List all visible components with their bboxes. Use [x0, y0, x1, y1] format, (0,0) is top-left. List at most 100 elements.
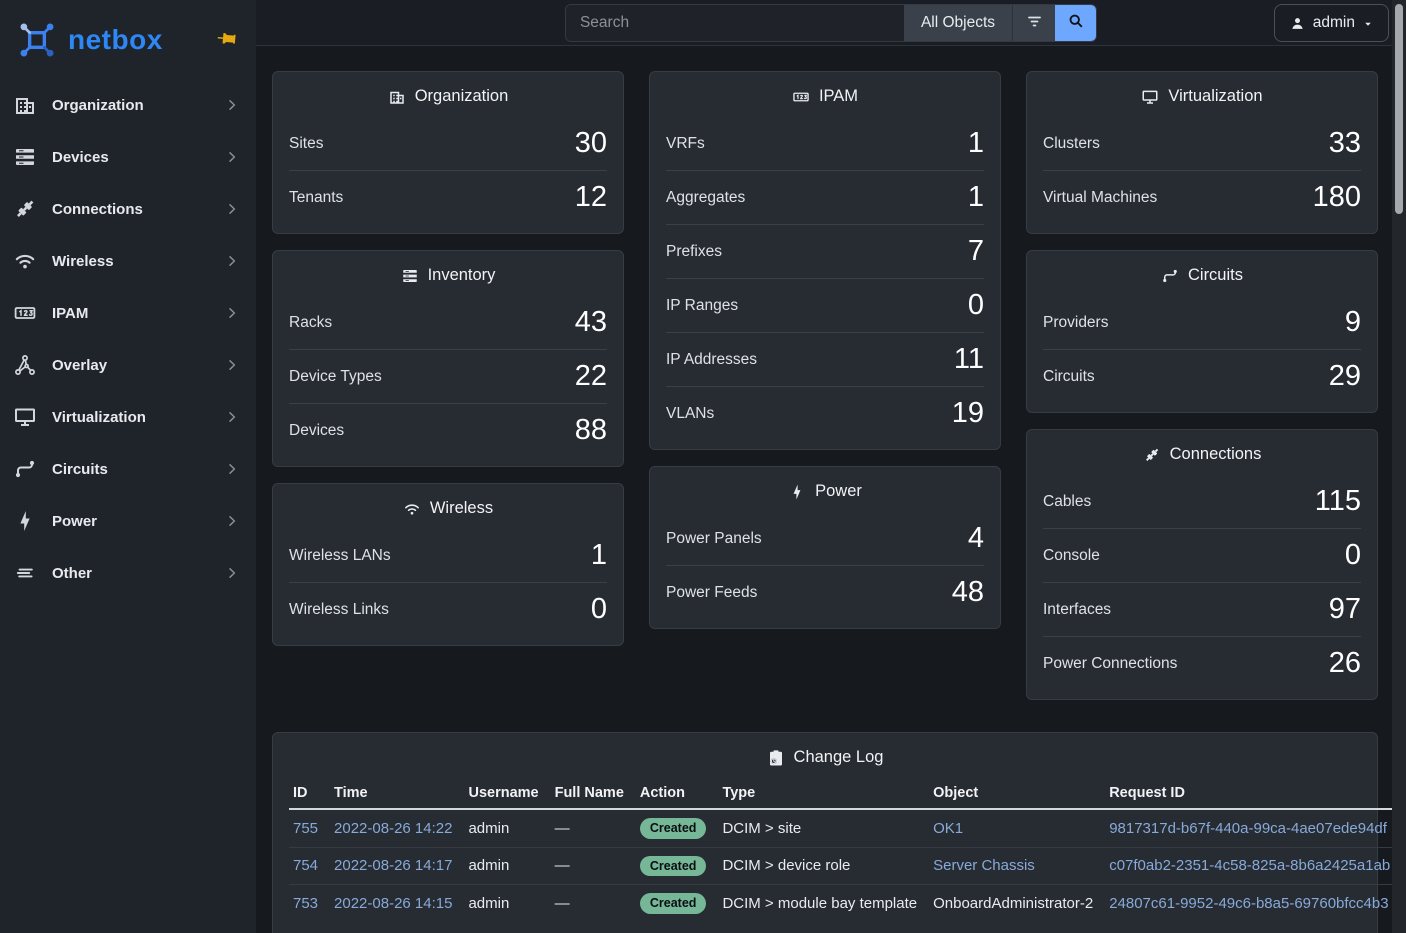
stat-row-racks[interactable]: Racks 43 [273, 296, 623, 349]
card-title-label: Circuits [1188, 266, 1243, 285]
building-icon [13, 93, 37, 117]
netbox-logo-icon[interactable] [16, 19, 58, 61]
column-right: Virtualization Clusters 33 Virtual Machi… [1026, 71, 1378, 700]
card-title-label: Connections [1170, 445, 1262, 464]
stat-row-ip-ranges[interactable]: IP Ranges 0 [650, 279, 1000, 332]
stat-value: 26 [1329, 647, 1361, 680]
id-link[interactable]: 754 [293, 857, 318, 874]
stat-row-ip-addresses[interactable]: IP Addresses 11 [650, 333, 1000, 386]
type-cell: DCIM > module bay template [722, 895, 917, 912]
stat-row-sites[interactable]: Sites 30 [273, 117, 623, 170]
stat-value: 88 [575, 414, 607, 447]
stat-row-vlans[interactable]: VLANs 19 [650, 387, 1000, 440]
sidebar-item-label: Power [52, 513, 224, 530]
column-header-type[interactable]: Type [714, 780, 925, 809]
column-header-request-id[interactable]: Request ID [1101, 780, 1398, 809]
graph-icon [13, 353, 37, 377]
id-link[interactable]: 753 [293, 895, 318, 912]
stat-row-circuits[interactable]: Circuits 29 [1027, 350, 1377, 403]
sidebar-item-organization[interactable]: Organization [0, 79, 256, 131]
sidebar-item-circuits[interactable]: Circuits [0, 443, 256, 495]
username-cell: admin [468, 895, 509, 912]
username-cell: admin [468, 857, 509, 874]
stat-row-power-feeds[interactable]: Power Feeds 48 [650, 566, 1000, 619]
stat-row-device-types[interactable]: Device Types 22 [273, 350, 623, 403]
sidebar-item-connections[interactable]: Connections [0, 183, 256, 235]
stat-value: 7 [968, 235, 984, 268]
column-header-full-name[interactable]: Full Name [547, 780, 632, 809]
stat-row-power-panels[interactable]: Power Panels 4 [650, 512, 1000, 565]
search-filter-button[interactable] [1012, 5, 1055, 41]
user-menu-button[interactable]: admin [1274, 4, 1389, 42]
sidebar-item-overlay[interactable]: Overlay [0, 339, 256, 391]
stat-value: 0 [968, 289, 984, 322]
caret-down-icon [1362, 18, 1374, 30]
search-submit-button[interactable] [1055, 5, 1096, 41]
rack-icon [13, 145, 37, 169]
scrollbar[interactable] [1392, 0, 1406, 933]
column-header-id[interactable]: ID [289, 780, 326, 809]
stat-value: 33 [1329, 127, 1361, 160]
wifi-icon [13, 249, 37, 273]
stat-row-wireless-links[interactable]: Wireless Links 0 [273, 583, 623, 636]
chevron-right-icon [224, 305, 240, 321]
stat-row-prefixes[interactable]: Prefixes 7 [650, 225, 1000, 278]
table-row-755: 7552022-08-26 14:22admin—CreatedDCIM > s… [289, 809, 1398, 847]
transit-icon [13, 457, 37, 481]
column-header-time[interactable]: Time [326, 780, 460, 809]
stat-row-providers[interactable]: Providers 9 [1027, 296, 1377, 349]
cable-icon [13, 197, 37, 221]
id-link[interactable]: 755 [293, 820, 318, 837]
chevron-right-icon [224, 149, 240, 165]
search-scope-button[interactable]: All Objects [904, 5, 1012, 41]
stat-row-vrfs[interactable]: VRFs 1 [650, 117, 1000, 170]
scrollbar-thumb[interactable] [1395, 4, 1403, 214]
action-badge: Created [640, 856, 707, 877]
clipboard-clock-icon [767, 749, 785, 767]
stat-label: Devices [289, 422, 344, 440]
column-header-object[interactable]: Object [925, 780, 1101, 809]
stat-row-wireless-lans[interactable]: Wireless LANs 1 [273, 529, 623, 582]
stat-row-cables[interactable]: Cables 115 [1027, 475, 1377, 528]
stat-row-clusters[interactable]: Clusters 33 [1027, 117, 1377, 170]
stat-label: Console [1043, 547, 1100, 565]
stat-row-interfaces[interactable]: Interfaces 97 [1027, 583, 1377, 636]
sidebar-item-other[interactable]: Other [0, 547, 256, 599]
pin-sidebar-button[interactable] [216, 28, 238, 48]
request-id-link[interactable]: 24807c61-9952-49c6-b8a5-69760bfcc4b3 [1109, 895, 1388, 912]
card-title-label: Wireless [430, 499, 493, 518]
column-header-action[interactable]: Action [632, 780, 715, 809]
stat-value: 4 [968, 522, 984, 555]
column-header-username[interactable]: Username [460, 780, 546, 809]
sidebar-item-virtualization[interactable]: Virtualization [0, 391, 256, 443]
object-link[interactable]: OK1 [933, 820, 963, 837]
transit-icon [1161, 267, 1179, 285]
stat-row-virtual-machines[interactable]: Virtual Machines 180 [1027, 171, 1377, 224]
stat-row-aggregates[interactable]: Aggregates 1 [650, 171, 1000, 224]
stat-label: VRFs [666, 135, 705, 153]
card-title-label: Virtualization [1168, 87, 1262, 106]
stat-value: 19 [952, 397, 984, 430]
request-id-link[interactable]: c07f0ab2-2351-4c58-825a-8b6a2425a1ab [1109, 857, 1390, 874]
sidebar-item-power[interactable]: Power [0, 495, 256, 547]
stat-card-power: Power Power Panels 4 Power Feeds 48 [649, 466, 1001, 629]
time-link[interactable]: 2022-08-26 14:17 [334, 857, 452, 874]
request-id-link[interactable]: 9817317d-b67f-440a-99ca-4ae07ede94df [1109, 820, 1387, 837]
stat-label: IP Ranges [666, 297, 738, 315]
sidebar-item-wireless[interactable]: Wireless [0, 235, 256, 287]
object-link[interactable]: Server Chassis [933, 857, 1035, 874]
sidebar-item-ipam[interactable]: IPAM [0, 287, 256, 339]
stat-row-tenants[interactable]: Tenants 12 [273, 171, 623, 224]
stat-label: Sites [289, 135, 323, 153]
stat-row-power-connections[interactable]: Power Connections 26 [1027, 637, 1377, 690]
stat-label: Clusters [1043, 135, 1100, 153]
stat-row-devices[interactable]: Devices 88 [273, 404, 623, 457]
stat-row-console[interactable]: Console 0 [1027, 529, 1377, 582]
stat-card-organization: Organization Sites 30 Tenants 12 [272, 71, 624, 234]
time-link[interactable]: 2022-08-26 14:22 [334, 820, 452, 837]
netbox-wordmark[interactable]: netbox [68, 24, 163, 56]
wifi-icon [403, 500, 421, 518]
search-input[interactable] [566, 5, 904, 41]
sidebar-item-devices[interactable]: Devices [0, 131, 256, 183]
time-link[interactable]: 2022-08-26 14:15 [334, 895, 452, 912]
